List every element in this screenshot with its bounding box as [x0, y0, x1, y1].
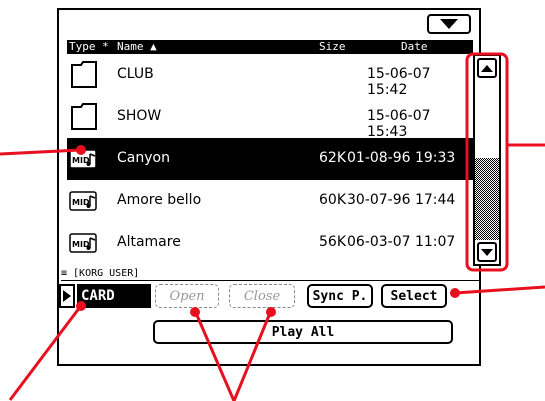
folder-icon	[71, 61, 97, 88]
midi-file-icon: MID	[69, 149, 97, 169]
file-list: CLUB 15-06-07 15:42 SHOW 15-06-07 15:43 …	[67, 54, 473, 266]
triangle-down-icon	[481, 248, 493, 256]
triangle-down-icon	[440, 19, 458, 29]
list-item[interactable]: MID Amore bello 60K 30-07-96 17:44	[67, 180, 473, 222]
item-name: Amore bello	[117, 192, 202, 208]
item-date: 06-03-07 11:07	[347, 234, 456, 250]
folder-icon	[71, 103, 97, 130]
header-type[interactable]: Type *	[69, 40, 109, 54]
midi-file-icon: MID	[69, 191, 97, 211]
list-item[interactable]: SHOW 15-06-07 15:43	[67, 96, 473, 140]
device-select-button[interactable]	[59, 284, 75, 308]
item-date: 15-06-07 15:42	[367, 66, 431, 98]
item-date: 15-06-07 15:43	[367, 108, 431, 140]
sync-p-button[interactable]: Sync P.	[307, 284, 373, 308]
item-name: SHOW	[117, 108, 162, 124]
scroll-up-button[interactable]	[477, 58, 497, 78]
current-path: ≡ [KORG USER]	[61, 268, 479, 281]
item-size: 60K	[319, 192, 346, 208]
item-name: CLUB	[117, 66, 154, 82]
triangle-right-icon	[63, 290, 71, 302]
midi-file-icon: MID	[69, 233, 97, 253]
play-all-button[interactable]: Play All	[153, 320, 453, 344]
header-name[interactable]: Name ▲	[117, 40, 157, 54]
scrollbar[interactable]	[473, 54, 501, 266]
item-date: 30-07-96 17:44	[347, 192, 456, 208]
list-item[interactable]: MID Altamare 56K 06-03-07 11:07	[67, 222, 473, 264]
page-menu-button[interactable]	[427, 14, 471, 34]
list-item[interactable]: CLUB 15-06-07 15:42	[67, 54, 473, 98]
item-name: Canyon	[117, 150, 170, 166]
column-header: Type * Name ▲ Size Date	[67, 40, 473, 54]
item-date: 01-08-96 19:33	[347, 150, 456, 166]
item-name: Altamare	[117, 234, 181, 250]
triangle-up-icon	[481, 64, 493, 72]
device-label: CARD	[77, 284, 151, 308]
list-item-selected[interactable]: MID Canyon 62K 01-08-96 19:33	[67, 138, 473, 180]
item-size: 56K	[319, 234, 346, 250]
scroll-thumb[interactable]	[475, 158, 499, 240]
header-size[interactable]: Size	[319, 40, 346, 54]
header-date[interactable]: Date	[401, 40, 428, 54]
open-button[interactable]: Open	[155, 284, 219, 308]
scroll-down-button[interactable]	[477, 242, 497, 262]
close-button[interactable]: Close	[229, 284, 295, 308]
file-browser-screen: Type * Name ▲ Size Date CLUB 15-06-07 15…	[57, 8, 501, 366]
select-button[interactable]: Select	[381, 284, 447, 308]
item-size: 62K	[319, 150, 346, 166]
